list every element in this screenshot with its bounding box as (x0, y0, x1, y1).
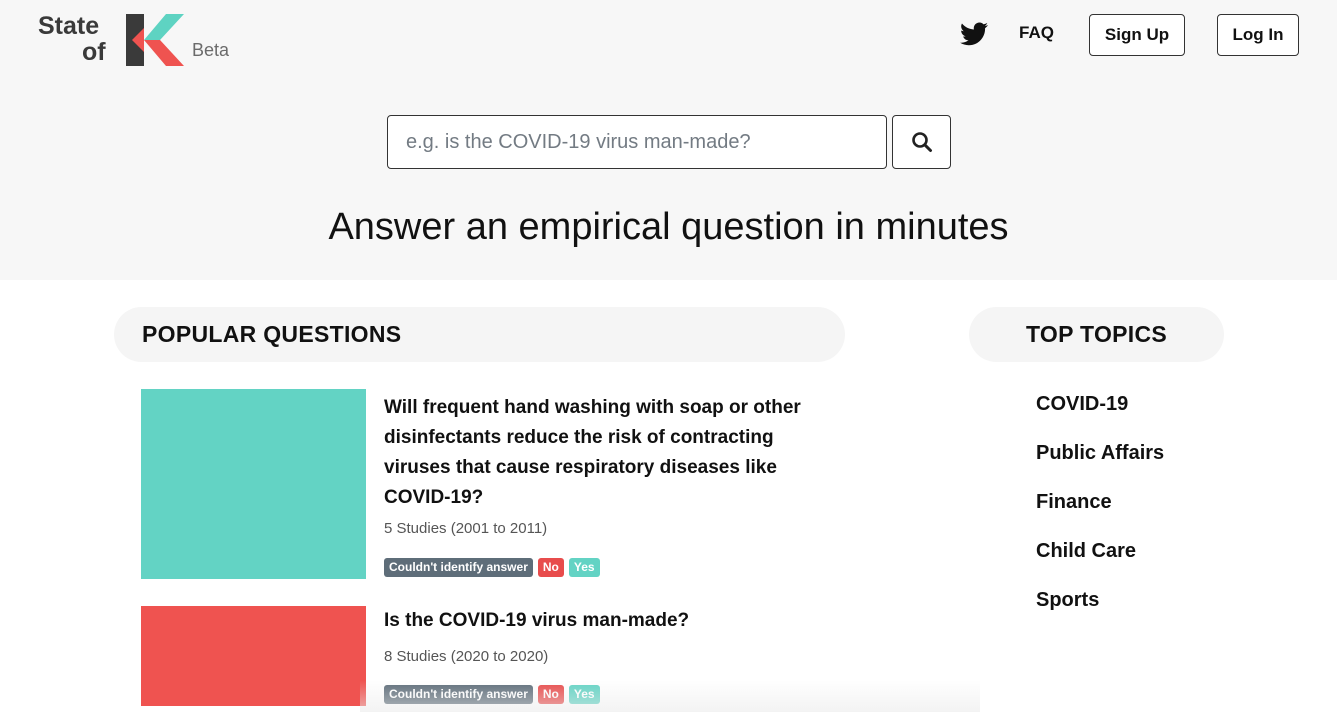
tag-no: No (537, 558, 564, 577)
topic-covid-19[interactable]: COVID-19 (1036, 393, 1128, 416)
faq-link[interactable]: FAQ (1019, 23, 1054, 43)
search-input[interactable] (387, 115, 887, 169)
topic-public-affairs[interactable]: Public Affairs (1036, 442, 1164, 465)
topic-sports[interactable]: Sports (1036, 589, 1099, 612)
question-studies: 5 Studies (2001 to 2011) (384, 520, 548, 537)
search-icon (911, 132, 932, 152)
tag-unidentified: Couldn't identify answer (384, 685, 533, 704)
hero-section: State of Beta FAQ Sign Up Log In Answer … (0, 0, 1337, 280)
logo-k-mark-icon (126, 14, 184, 66)
tag-yes: Yes (568, 558, 600, 577)
question-thumbnail[interactable] (141, 389, 366, 579)
top-topics-heading: TOP TOPICS (969, 307, 1224, 362)
beta-label: Beta (192, 40, 230, 60)
answer-tags: Couldn't identify answer No Yes (384, 685, 600, 704)
answer-tags: Couldn't identify answer No Yes (384, 558, 600, 577)
search-button[interactable] (892, 115, 951, 169)
tag-no: No (537, 685, 564, 704)
site-logo[interactable]: State of Beta (38, 14, 238, 70)
tag-unidentified: Couldn't identify answer (384, 558, 533, 577)
question-card[interactable]: Is the COVID-19 virus man-made? 8 Studie… (141, 606, 821, 712)
question-title[interactable]: Will frequent hand washing with soap or … (384, 393, 804, 513)
topic-finance[interactable]: Finance (1036, 491, 1112, 514)
logo-text-of: of (82, 38, 106, 66)
question-studies: 8 Studies (2020 to 2020) (384, 648, 549, 665)
tagline: Answer an empirical question in minutes (328, 206, 1009, 248)
question-title[interactable]: Is the COVID-19 virus man-made? (384, 606, 804, 636)
logo-text-state: State (38, 12, 100, 40)
tag-yes: Yes (568, 685, 600, 704)
popular-questions-heading: POPULAR QUESTIONS (114, 307, 845, 362)
sign-up-button[interactable]: Sign Up (1089, 14, 1185, 56)
log-in-button[interactable]: Log In (1217, 14, 1299, 56)
topic-child-care[interactable]: Child Care (1036, 540, 1136, 563)
question-thumbnail[interactable] (141, 606, 366, 706)
question-card[interactable]: Will frequent hand washing with soap or … (141, 389, 821, 589)
twitter-icon[interactable] (960, 22, 988, 46)
